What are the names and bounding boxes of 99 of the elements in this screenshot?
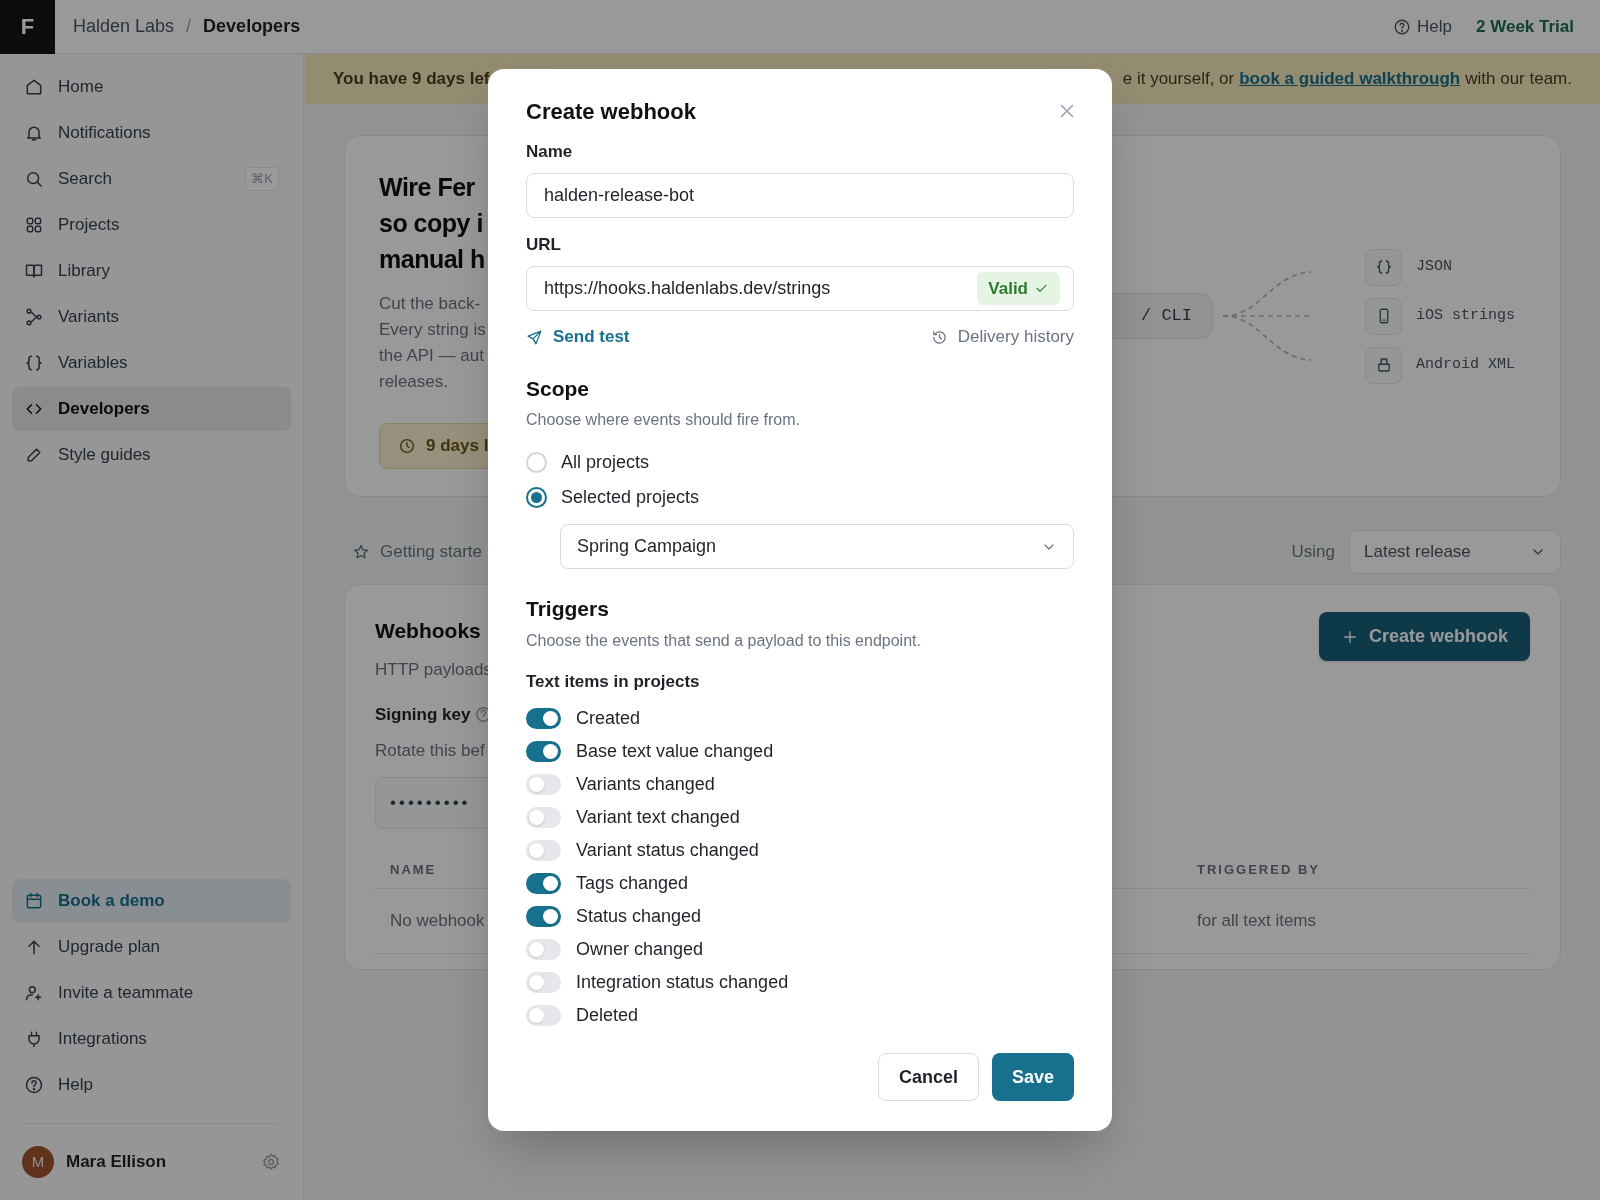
section-title: Triggers xyxy=(526,596,610,622)
field-hint: Rotate this bef xyxy=(375,739,485,762)
sidebar-item[interactable]: Invite a teammate xyxy=(12,971,291,1015)
toggle-switch[interactable] xyxy=(526,873,561,894)
toggle-label: Owner changed xyxy=(576,939,704,960)
toggle-label: Tags changed xyxy=(576,873,689,894)
sidebar-icon xyxy=(24,307,44,327)
sidebar-item[interactable]: Book a demo xyxy=(12,879,291,923)
table-cell-text: for all text items xyxy=(1197,910,1318,933)
hero-title: Wire Fer so copy i manual h xyxy=(379,172,485,275)
radio-label: Selected projects xyxy=(561,487,700,508)
using-label: Using xyxy=(1291,541,1335,564)
section-description: Choose the events that send a payload to this endpoint. xyxy=(526,631,922,651)
sidebar-icon xyxy=(24,215,44,235)
settings-icon xyxy=(261,1152,281,1172)
toggle-label: Variants changed xyxy=(576,774,715,795)
clock-icon xyxy=(398,437,416,455)
sidebar-icon xyxy=(24,77,44,97)
column-header: NAME xyxy=(390,860,437,879)
toggle-label: Base text value changed xyxy=(576,741,774,762)
field-label: Signing key xyxy=(375,704,471,726)
help-button[interactable]: Help xyxy=(1393,13,1453,40)
toggle-label: Integration status changed xyxy=(576,972,789,993)
sidebar-item[interactable]: Integrations xyxy=(12,1017,291,1061)
star-icon xyxy=(352,543,370,561)
radio-label: All projects xyxy=(561,452,650,473)
field-label: URL xyxy=(526,235,562,255)
sidebar-item[interactable]: Variables xyxy=(12,341,291,385)
field-label: Name xyxy=(526,142,574,162)
toggle-switch[interactable] xyxy=(526,972,561,993)
column-header: TRIGGERED BY xyxy=(1197,860,1321,879)
sidebar-icon xyxy=(24,353,44,373)
sidebar-item[interactable]: Upgrade plan xyxy=(12,925,291,969)
toggle-label: Variant text changed xyxy=(576,807,740,828)
settings-button[interactable] xyxy=(261,1152,281,1172)
app-logo[interactable]: F xyxy=(0,0,55,54)
valid-badge: Valid xyxy=(977,272,1060,305)
breadcrumb-item[interactable]: Halden Labs xyxy=(73,13,175,40)
user-name: Mara Ellison xyxy=(66,1151,167,1174)
user-avatar: M xyxy=(22,1146,54,1178)
sidebar-item[interactable]: Notifications xyxy=(12,111,291,155)
modal-title: Create webhook xyxy=(526,97,696,126)
section-description: Choose where events should fire from. xyxy=(526,410,801,430)
save-button[interactable]: Save xyxy=(991,1053,1074,1101)
toggle-switch[interactable] xyxy=(526,774,561,795)
send-test-link[interactable]: Send test xyxy=(526,324,630,350)
hero-description: Cut the back- Every string is the API — aut releases. xyxy=(379,293,486,393)
sidebar-icon xyxy=(24,1075,44,1095)
sidebar-item[interactable]: Projects xyxy=(12,203,291,247)
walkthrough-link[interactable]: book a guided walkthrough xyxy=(1239,66,1461,92)
format-icon xyxy=(1374,258,1393,276)
sidebar-icon xyxy=(24,169,44,189)
group-label: Text items in projects xyxy=(526,672,701,692)
breadcrumb-item[interactable]: Developers xyxy=(203,13,301,40)
breadcrumb-separator: / xyxy=(186,15,192,38)
url-field[interactable]: https://hooks.haldenlabs.dev/strings Valid xyxy=(526,266,1074,311)
card-title: Webhooks xyxy=(375,618,481,644)
toggle-label: Created xyxy=(576,708,641,729)
toggle-switch[interactable] xyxy=(526,807,561,828)
format-label: iOS strings xyxy=(1416,305,1517,326)
sidebar-item[interactable]: Library xyxy=(12,249,291,293)
toggle-switch[interactable] xyxy=(526,741,561,762)
version-select[interactable]: Latest release xyxy=(1349,530,1561,574)
send-icon xyxy=(526,328,543,346)
toggle-switch[interactable] xyxy=(526,939,561,960)
toggle-switch[interactable] xyxy=(526,708,561,729)
section-title: Scope xyxy=(526,376,591,402)
trial-link[interactable]: 2 Week Trial xyxy=(1476,13,1574,40)
toggle-switch[interactable] xyxy=(526,1005,561,1026)
project-select[interactable]: Spring Campaign xyxy=(560,524,1074,569)
sidebar-icon xyxy=(24,445,44,465)
banner-text: You have 9 days lef xyxy=(333,68,490,91)
banner-text: with our team. xyxy=(1465,68,1572,91)
help-icon xyxy=(1393,17,1412,36)
sidebar-icon xyxy=(24,983,44,1003)
radio-button[interactable] xyxy=(526,487,547,508)
toggle-switch[interactable] xyxy=(526,840,561,861)
cancel-button[interactable]: Cancel xyxy=(877,1053,979,1101)
sidebar-item[interactable]: Help xyxy=(12,1063,291,1107)
toggle-label: Status changed xyxy=(576,906,702,927)
create-webhook-button[interactable]: Create webhook xyxy=(1318,612,1530,661)
banner-text: e it yourself, or xyxy=(1122,68,1235,91)
toggle-switch[interactable] xyxy=(526,906,561,927)
format-label: JSON xyxy=(1416,256,1453,277)
section-link[interactable]: Getting starte xyxy=(380,539,483,565)
toggle-label: Variant status changed xyxy=(576,840,759,861)
toggle-label: Deleted xyxy=(576,1005,639,1026)
sidebar-icon xyxy=(24,891,44,911)
format-label: Android XML xyxy=(1416,354,1517,375)
sidebar-item[interactable]: Search ⌘K xyxy=(12,157,291,201)
name-field[interactable]: halden-release-bot xyxy=(526,173,1074,218)
history-icon xyxy=(930,328,948,346)
delivery-history-link[interactable]: Delivery history xyxy=(930,324,1074,350)
sidebar-item[interactable]: Style guides xyxy=(12,433,291,477)
sidebar-item[interactable]: Home xyxy=(12,65,291,109)
shortcut-hint: ⌘K xyxy=(245,167,279,191)
table-cell-text: No webhook xyxy=(390,910,485,933)
sidebar-item[interactable]: Variants xyxy=(12,295,291,339)
sidebar-item[interactable]: Developers xyxy=(12,387,291,431)
